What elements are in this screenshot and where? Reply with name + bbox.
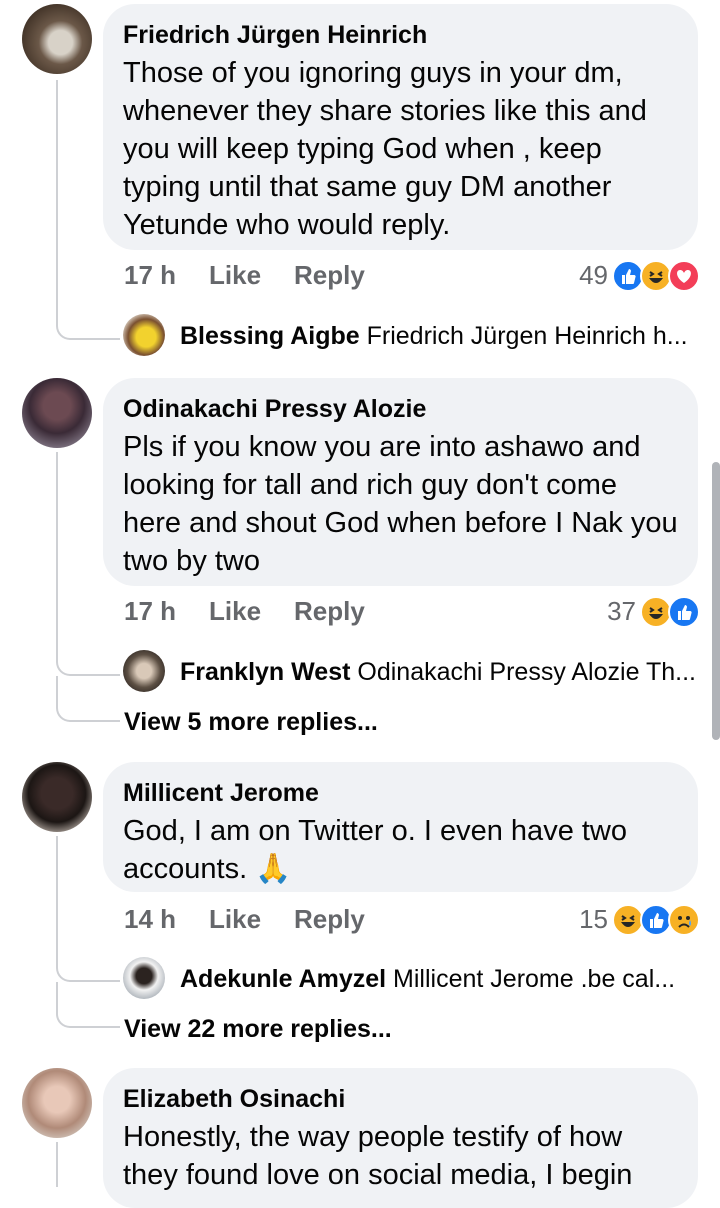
thread-line	[56, 836, 58, 960]
reply-preview[interactable]: Franklyn West Odinakachi Pressy Alozie T…	[180, 658, 696, 687]
reply-preview[interactable]: Blessing Aigbe Friedrich Jürgen Heinrich…	[180, 322, 688, 351]
comment-text: Pls if you know you are into ashawo and …	[123, 431, 686, 577]
comment-time[interactable]: 17 h	[124, 260, 176, 291]
view-more-replies-link[interactable]: View 5 more replies...	[124, 708, 378, 737]
thread-line	[56, 80, 58, 316]
thread-connector	[56, 702, 120, 722]
avatar[interactable]	[22, 1068, 92, 1138]
comment-bubble: Millicent Jerome God, I am on Twitter o.…	[103, 762, 698, 892]
comment-bubble: Friedrich Jürgen Heinrich Those of you i…	[103, 4, 698, 250]
thread-connector	[56, 316, 120, 340]
comment-author[interactable]: Millicent Jerome	[123, 778, 678, 808]
comment-text: God, I am on Twitter o. I even have two …	[123, 815, 636, 885]
thread-connector	[56, 960, 120, 982]
reply-author[interactable]: Franklyn West	[180, 658, 350, 686]
view-more-replies-link[interactable]: View 22 more replies...	[124, 1015, 392, 1044]
reaction-count[interactable]: 49	[560, 260, 608, 291]
reaction-count[interactable]: 37	[588, 596, 636, 627]
reply-button[interactable]: Reply	[294, 260, 365, 291]
comment-bubble: Elizabeth Osinachi Honestly, the way peo…	[103, 1068, 698, 1208]
reply-avatar[interactable]	[123, 957, 165, 999]
like-icon	[668, 596, 700, 628]
thread-line	[56, 982, 58, 1010]
comment-text: Those of you ignoring guys in your dm, w…	[123, 57, 655, 241]
reply-button[interactable]: Reply	[294, 904, 365, 935]
like-button[interactable]: Like	[209, 260, 261, 291]
like-button[interactable]: Like	[209, 596, 261, 627]
love-icon	[668, 260, 700, 292]
reply-snippet: Friedrich Jürgen Heinrich h...	[366, 322, 688, 350]
reply-author[interactable]: Adekunle Amyzel	[180, 965, 386, 993]
comment-time[interactable]: 17 h	[124, 596, 176, 627]
thread-connector	[56, 1008, 120, 1028]
reaction-count[interactable]: 15	[560, 904, 608, 935]
thread-line	[56, 1142, 58, 1187]
comment-text: Honestly, the way people testify of how …	[123, 1121, 633, 1191]
comment-author[interactable]: Odinakachi Pressy Alozie	[123, 394, 678, 424]
thread-line	[56, 452, 58, 652]
reply-button[interactable]: Reply	[294, 596, 365, 627]
thread-connector	[56, 652, 120, 676]
comment-author[interactable]: Friedrich Jürgen Heinrich	[123, 20, 678, 50]
comment-time[interactable]: 14 h	[124, 904, 176, 935]
avatar[interactable]	[22, 378, 92, 448]
comment-bubble: Odinakachi Pressy Alozie Pls if you know…	[103, 378, 698, 586]
comment-author[interactable]: Elizabeth Osinachi	[123, 1084, 678, 1114]
like-button[interactable]: Like	[209, 904, 261, 935]
avatar[interactable]	[22, 762, 92, 832]
reply-avatar[interactable]	[123, 650, 165, 692]
thread-line	[56, 676, 58, 704]
reply-author[interactable]: Blessing Aigbe	[180, 322, 360, 350]
reply-snippet: Odinakachi Pressy Alozie Th...	[357, 658, 696, 686]
reply-snippet: Millicent Jerome .be cal...	[393, 965, 676, 993]
scrollbar[interactable]	[712, 462, 720, 740]
avatar[interactable]	[22, 4, 92, 74]
sad-icon	[668, 904, 700, 936]
reply-preview[interactable]: Adekunle Amyzel Millicent Jerome .be cal…	[180, 965, 675, 994]
reply-avatar[interactable]	[123, 314, 165, 356]
